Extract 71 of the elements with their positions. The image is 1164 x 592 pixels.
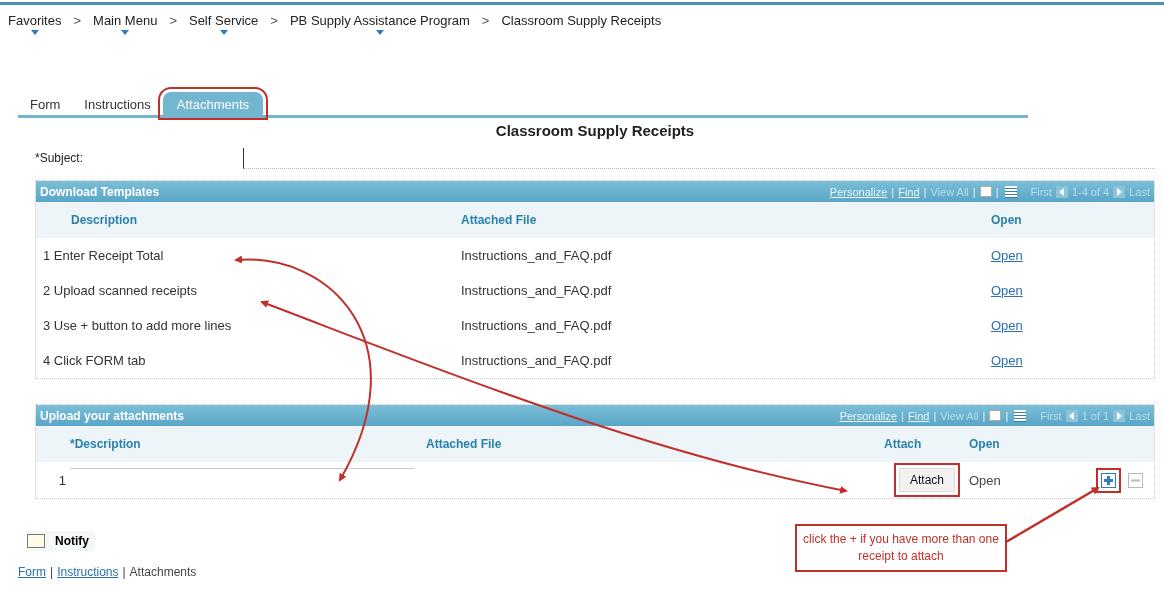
toolbar-separator: | [982, 409, 986, 422]
table-cell-text: Instructions_and_FAQ.pdf [461, 353, 613, 368]
open-link[interactable]: Open [951, 353, 1154, 368]
toolbar-separator: | [923, 185, 927, 198]
notify-button[interactable]: Notify [27, 531, 95, 551]
previous-icon[interactable] [1065, 409, 1078, 422]
spreadsheet-icon[interactable] [1014, 409, 1027, 422]
attach-button[interactable]: Attach [899, 468, 956, 492]
pager-text: 1 of 1 [1081, 409, 1110, 422]
table-cell-text: 4 Click FORM tab [42, 353, 147, 368]
table-cell-text: Instructions_and_FAQ.pdf [461, 318, 613, 333]
popout-icon[interactable] [989, 410, 1002, 421]
column-header: Open [969, 437, 1001, 451]
breadcrumb-separator: > [480, 12, 491, 30]
table-cell-text: Instructions_and_FAQ.pdf [461, 283, 613, 298]
toolbar-separator: | [1005, 409, 1009, 422]
open-link: Open [969, 472, 1002, 488]
tab[interactable]: Form [18, 93, 73, 115]
pager-text: First [1040, 409, 1062, 422]
toolbar-separator: | [891, 185, 895, 198]
table-cell-text: Instructions_and_FAQ.pdf [461, 248, 613, 263]
breadcrumb-item[interactable]: PB Supply Assistance Program [289, 12, 470, 32]
column-header: Description [70, 213, 138, 227]
pager-text: Last [1129, 185, 1150, 198]
pager-text: Last [1129, 409, 1150, 422]
footer-link[interactable]: Form [18, 565, 46, 579]
next-icon[interactable] [1113, 185, 1126, 198]
add-row-button[interactable] [1101, 472, 1116, 488]
footer-link[interactable]: Instructions [57, 565, 119, 579]
toolbar-separator: | [972, 185, 976, 198]
breadcrumb-item[interactable]: Main Menu [93, 12, 158, 32]
spreadsheet-icon[interactable] [1004, 185, 1017, 198]
mail-icon [27, 534, 45, 548]
tab[interactable]: Instructions [72, 93, 163, 115]
column-header: Attach [884, 437, 923, 451]
toolbar-separator: | [933, 409, 937, 422]
link-separator: | [122, 565, 126, 579]
column-header: Attached File [426, 437, 503, 451]
subject-label: *Subject: [35, 151, 85, 165]
table-cell-text: 3 Use + button to add more lines [42, 318, 233, 333]
breadcrumb-item[interactable]: Classroom Supply Receipts [501, 12, 662, 32]
pager-text: First [1030, 185, 1052, 198]
next-icon[interactable] [1113, 409, 1126, 422]
breadcrumb-item[interactable]: Favorites [8, 12, 62, 32]
grid-title: Download Templates [40, 184, 160, 199]
toolbar-separator: | [901, 409, 904, 422]
breadcrumb-item[interactable]: Self Service [188, 12, 259, 32]
open-link[interactable]: Open [951, 248, 1154, 263]
page-title: Classroom Supply Receipts [494, 122, 696, 141]
popout-icon[interactable] [979, 186, 992, 197]
table-cell-text: 2 Upload scanned receipts [42, 283, 198, 298]
column-header: *Description [70, 437, 142, 451]
open-link[interactable]: Open [951, 283, 1154, 298]
breadcrumb-separator: > [168, 12, 178, 30]
row-number: 1 [57, 472, 67, 488]
open-link[interactable]: Open [951, 318, 1154, 333]
pager-text: 1-4 of 4 [1071, 185, 1110, 198]
pager-text: View All [940, 409, 979, 422]
column-header: Attached File [461, 213, 538, 227]
pager-text: View All [930, 185, 969, 198]
table-cell-text: 1 Enter Receipt Total [42, 248, 165, 263]
column-header: Open [990, 213, 1023, 227]
breadcrumb-separator: > [269, 12, 279, 30]
footer-text: Attachments [129, 565, 197, 579]
grid-title: Upload your attachments [40, 408, 185, 423]
breadcrumb-separator: > [72, 12, 83, 30]
plus-icon [1103, 474, 1114, 486]
previous-icon[interactable] [1055, 185, 1068, 198]
toolbar-separator: | [995, 185, 999, 198]
callout-note: click the + if you have more than one receipt to attach [795, 524, 1007, 572]
link-separator: | [50, 565, 54, 579]
